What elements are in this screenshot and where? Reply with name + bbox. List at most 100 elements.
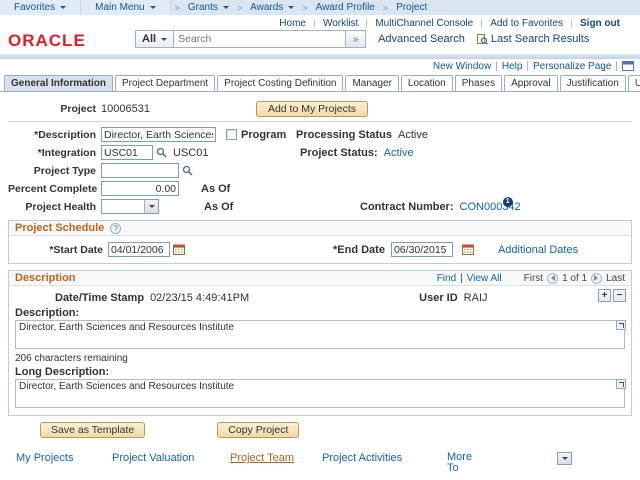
divider xyxy=(8,121,632,122)
personalize-page-link[interactable]: Personalize Page xyxy=(533,61,611,72)
chevron-down-icon xyxy=(60,6,66,12)
chevron-down-icon xyxy=(562,457,568,463)
top-links: Home Worklist MultiChannel Console Add t… xyxy=(0,15,640,29)
search-input[interactable] xyxy=(174,30,346,48)
tab-general-information[interactable]: General Information xyxy=(4,75,113,91)
home-link[interactable]: Home xyxy=(271,18,314,29)
calendar-icon[interactable] xyxy=(173,244,185,255)
tab-project-department[interactable]: Project Department xyxy=(115,75,215,91)
breadcrumb-item-grants[interactable]: Grants xyxy=(184,2,233,13)
tab-manager[interactable]: Manager xyxy=(345,75,398,91)
description-textarea[interactable]: Director, Earth Sciences and Resources I… xyxy=(15,320,625,349)
breadcrumb-item-project[interactable]: Project xyxy=(392,2,431,13)
add-to-my-projects-button[interactable]: Add to My Projects xyxy=(256,101,368,117)
multichannel-console-link[interactable]: MultiChannel Console xyxy=(367,18,481,29)
divider: | xyxy=(526,61,529,72)
last-search-results-link[interactable]: Last Search Results xyxy=(477,33,589,45)
breadcrumb-item-award-profile[interactable]: Award Profile xyxy=(312,2,379,13)
long-description-textarea[interactable]: Director, Earth Sciences and Resources I… xyxy=(15,379,625,408)
help-link[interactable]: Help xyxy=(502,61,523,72)
program-checkbox[interactable] xyxy=(226,129,237,140)
project-status-label: Project Status: xyxy=(300,147,378,159)
project-activities-link[interactable]: Project Activities xyxy=(322,452,402,464)
tab-phases[interactable]: Phases xyxy=(455,75,502,91)
tab-user-fields[interactable]: User Fields xyxy=(628,75,640,91)
arrow-left-icon xyxy=(548,275,555,281)
tab-approval[interactable]: Approval xyxy=(504,75,557,91)
divider: | xyxy=(615,61,618,72)
project-id-value: 10006531 xyxy=(101,103,150,115)
chevron-down-icon xyxy=(223,6,229,12)
project-status-link[interactable]: Active xyxy=(384,147,414,159)
integration-field-row: *Integration USC01 Project Status: Activ… xyxy=(8,145,632,160)
copy-project-button[interactable]: Copy Project xyxy=(217,422,299,438)
project-crumb-label: Project xyxy=(396,2,427,13)
description-title: Description xyxy=(15,272,76,284)
advanced-search-link[interactable]: Advanced Search xyxy=(378,33,465,45)
sign-out-link[interactable]: Sign out xyxy=(572,18,628,29)
tab-location[interactable]: Location xyxy=(401,75,453,91)
view-all-link[interactable]: View All xyxy=(467,273,502,284)
row-counter: 1 of 1 xyxy=(562,273,587,284)
favorites-label: Favorites xyxy=(14,2,55,13)
chevron-down-icon xyxy=(149,205,155,211)
row-action-buttons: + − xyxy=(598,289,626,302)
project-schedule-header: Project Schedule ? xyxy=(9,221,631,236)
search-scope-select[interactable]: All xyxy=(135,30,174,48)
project-team-link[interactable]: Project Team xyxy=(230,452,294,464)
expand-textarea-icon[interactable] xyxy=(616,320,626,330)
add-row-button[interactable]: + xyxy=(598,289,611,302)
utility-links: New Window | Help | Personalize Page | xyxy=(0,59,640,73)
worklist-link[interactable]: Worklist xyxy=(315,18,366,29)
tab-justification[interactable]: Justification xyxy=(560,75,626,91)
award-profile-label: Award Profile xyxy=(316,2,375,13)
divider: | xyxy=(495,61,498,72)
description-input[interactable] xyxy=(101,127,216,142)
tab-project-costing-definition[interactable]: Project Costing Definition xyxy=(217,75,343,91)
new-window-icon[interactable] xyxy=(622,61,634,71)
new-window-link[interactable]: New Window xyxy=(433,61,491,72)
integration-input[interactable] xyxy=(101,145,153,160)
as-of-label: As Of xyxy=(201,183,230,195)
calendar-icon[interactable] xyxy=(462,244,474,255)
project-valuation-link[interactable]: Project Valuation xyxy=(112,452,194,464)
divider: | xyxy=(460,273,463,284)
add-to-favorites-link[interactable]: Add to Favorites xyxy=(482,18,571,29)
project-type-input[interactable] xyxy=(101,163,179,178)
next-row-button[interactable] xyxy=(591,273,602,284)
more-to-label: More To xyxy=(447,452,517,474)
breadcrumb-separator: > xyxy=(233,3,246,13)
breadcrumb-favorites-menu[interactable]: Favorites xyxy=(0,0,81,15)
contract-number-label: Contract Number: xyxy=(360,201,454,213)
last-label: Last xyxy=(606,273,625,284)
breadcrumb-item-awards[interactable]: Awards xyxy=(246,2,298,13)
lookup-icon[interactable] xyxy=(182,165,193,176)
description-header: Description Find | View All First 1 of 1… xyxy=(9,271,631,286)
grants-label: Grants xyxy=(188,2,218,13)
header: ORACLE All » Advanced Search Last Search… xyxy=(0,29,640,53)
find-link[interactable]: Find xyxy=(437,273,456,284)
annotation-badge[interactable]: 1 xyxy=(503,197,513,207)
previous-row-button[interactable] xyxy=(547,273,558,284)
start-date-input[interactable] xyxy=(108,242,170,257)
more-dropdown-button[interactable] xyxy=(557,452,572,465)
stamp-row: Date/Time Stamp 02/23/15 4:49:41PM User … xyxy=(55,292,625,304)
project-health-label: Project Health xyxy=(8,201,96,213)
my-projects-link[interactable]: My Projects xyxy=(16,452,73,464)
description-section: Description Find | View All First 1 of 1… xyxy=(8,270,632,416)
help-icon[interactable]: ? xyxy=(110,223,121,234)
delete-row-button[interactable]: − xyxy=(613,289,626,302)
search-go-button[interactable]: » xyxy=(346,30,366,48)
dropdown-button[interactable] xyxy=(144,200,158,213)
awards-label: Awards xyxy=(250,2,283,13)
additional-dates-link[interactable]: Additional Dates xyxy=(498,244,578,256)
expand-textarea-icon[interactable] xyxy=(616,379,626,389)
end-date-input[interactable] xyxy=(391,242,453,257)
percent-complete-input[interactable] xyxy=(101,181,179,196)
chevron-down-icon xyxy=(150,6,156,12)
lookup-icon[interactable] xyxy=(156,147,167,158)
save-as-template-button[interactable]: Save as Template xyxy=(40,422,145,438)
project-health-select[interactable] xyxy=(101,199,159,214)
breadcrumb-main-menu[interactable]: Main Menu xyxy=(81,0,170,15)
percent-complete-field-row: Percent Complete As Of xyxy=(8,181,632,196)
